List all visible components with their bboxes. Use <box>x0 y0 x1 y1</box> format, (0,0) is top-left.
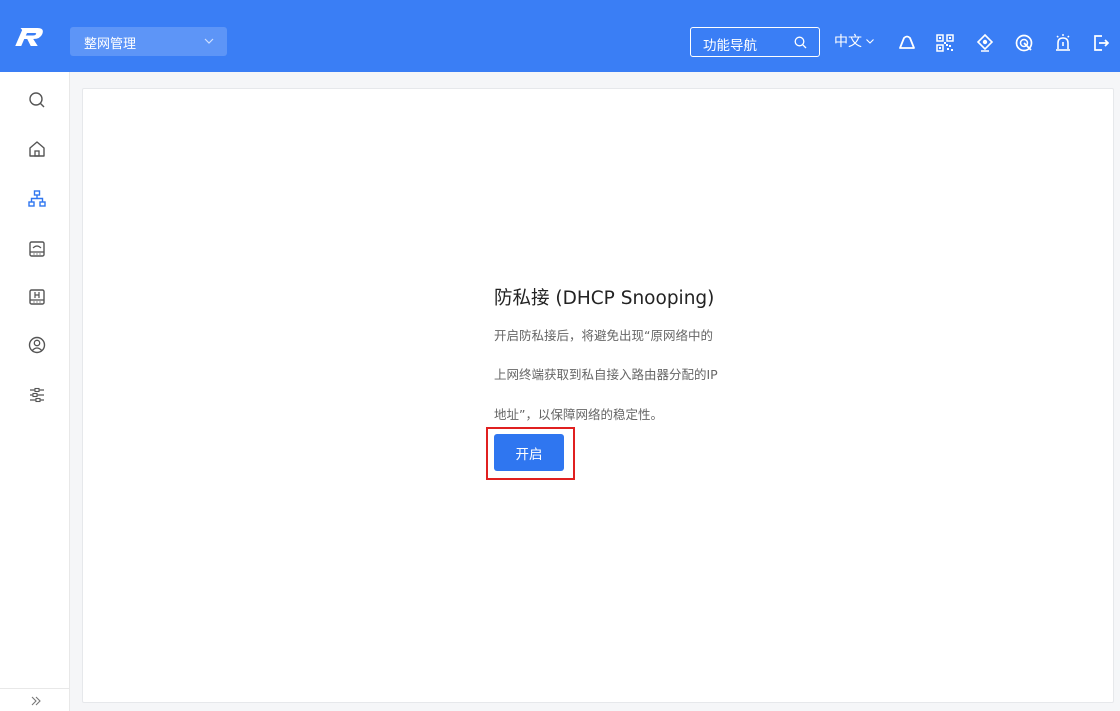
user-icon[interactable] <box>27 335 47 355</box>
qr-code-icon[interactable] <box>935 33 955 53</box>
router-icon[interactable] <box>27 239 47 259</box>
search-icon[interactable] <box>27 90 47 110</box>
enable-button[interactable]: 开启 <box>494 434 564 471</box>
feature-nav-label: 功能导航 <box>703 38 757 54</box>
description-line-3: 地址”，以保障网络的稳定性。 <box>494 407 663 422</box>
alert-icon[interactable] <box>975 33 995 53</box>
feature-nav-search[interactable]: 功能导航 <box>690 27 820 57</box>
language-select[interactable]: 中文 <box>834 31 875 51</box>
side-navigation <box>0 72 70 711</box>
device-icon[interactable] <box>27 287 47 307</box>
scope-select-value: 整网管理 <box>84 37 137 52</box>
scope-select[interactable]: 整网管理 <box>70 27 227 56</box>
topology-icon[interactable] <box>27 189 47 209</box>
network-diag-icon[interactable] <box>1014 33 1034 53</box>
sidebar-collapse-toggle[interactable] <box>0 688 70 711</box>
double-chevron-right-icon <box>31 696 41 706</box>
chevron-down-icon <box>203 35 215 47</box>
chevron-down-icon <box>866 39 874 44</box>
logout-icon[interactable] <box>1091 33 1111 53</box>
home-icon[interactable] <box>27 139 47 159</box>
cloud-icon[interactable] <box>897 33 917 53</box>
description-line-1: 开启防私接后，将避免出现“原网络中的 <box>494 328 713 343</box>
content-card <box>82 88 1114 703</box>
search-icon <box>794 36 807 49</box>
brand-logo[interactable] <box>14 26 44 48</box>
top-header: 整网管理 功能导航 中文 <box>0 0 1120 72</box>
settings-sliders-icon[interactable] <box>27 385 47 405</box>
page-title: 防私接 (DHCP Snooping) <box>494 288 715 309</box>
alarm-icon[interactable] <box>1053 33 1073 53</box>
description-line-2: 上网终端获取到私自接入路由器分配的IP <box>494 367 718 382</box>
language-label: 中文 <box>834 34 862 50</box>
